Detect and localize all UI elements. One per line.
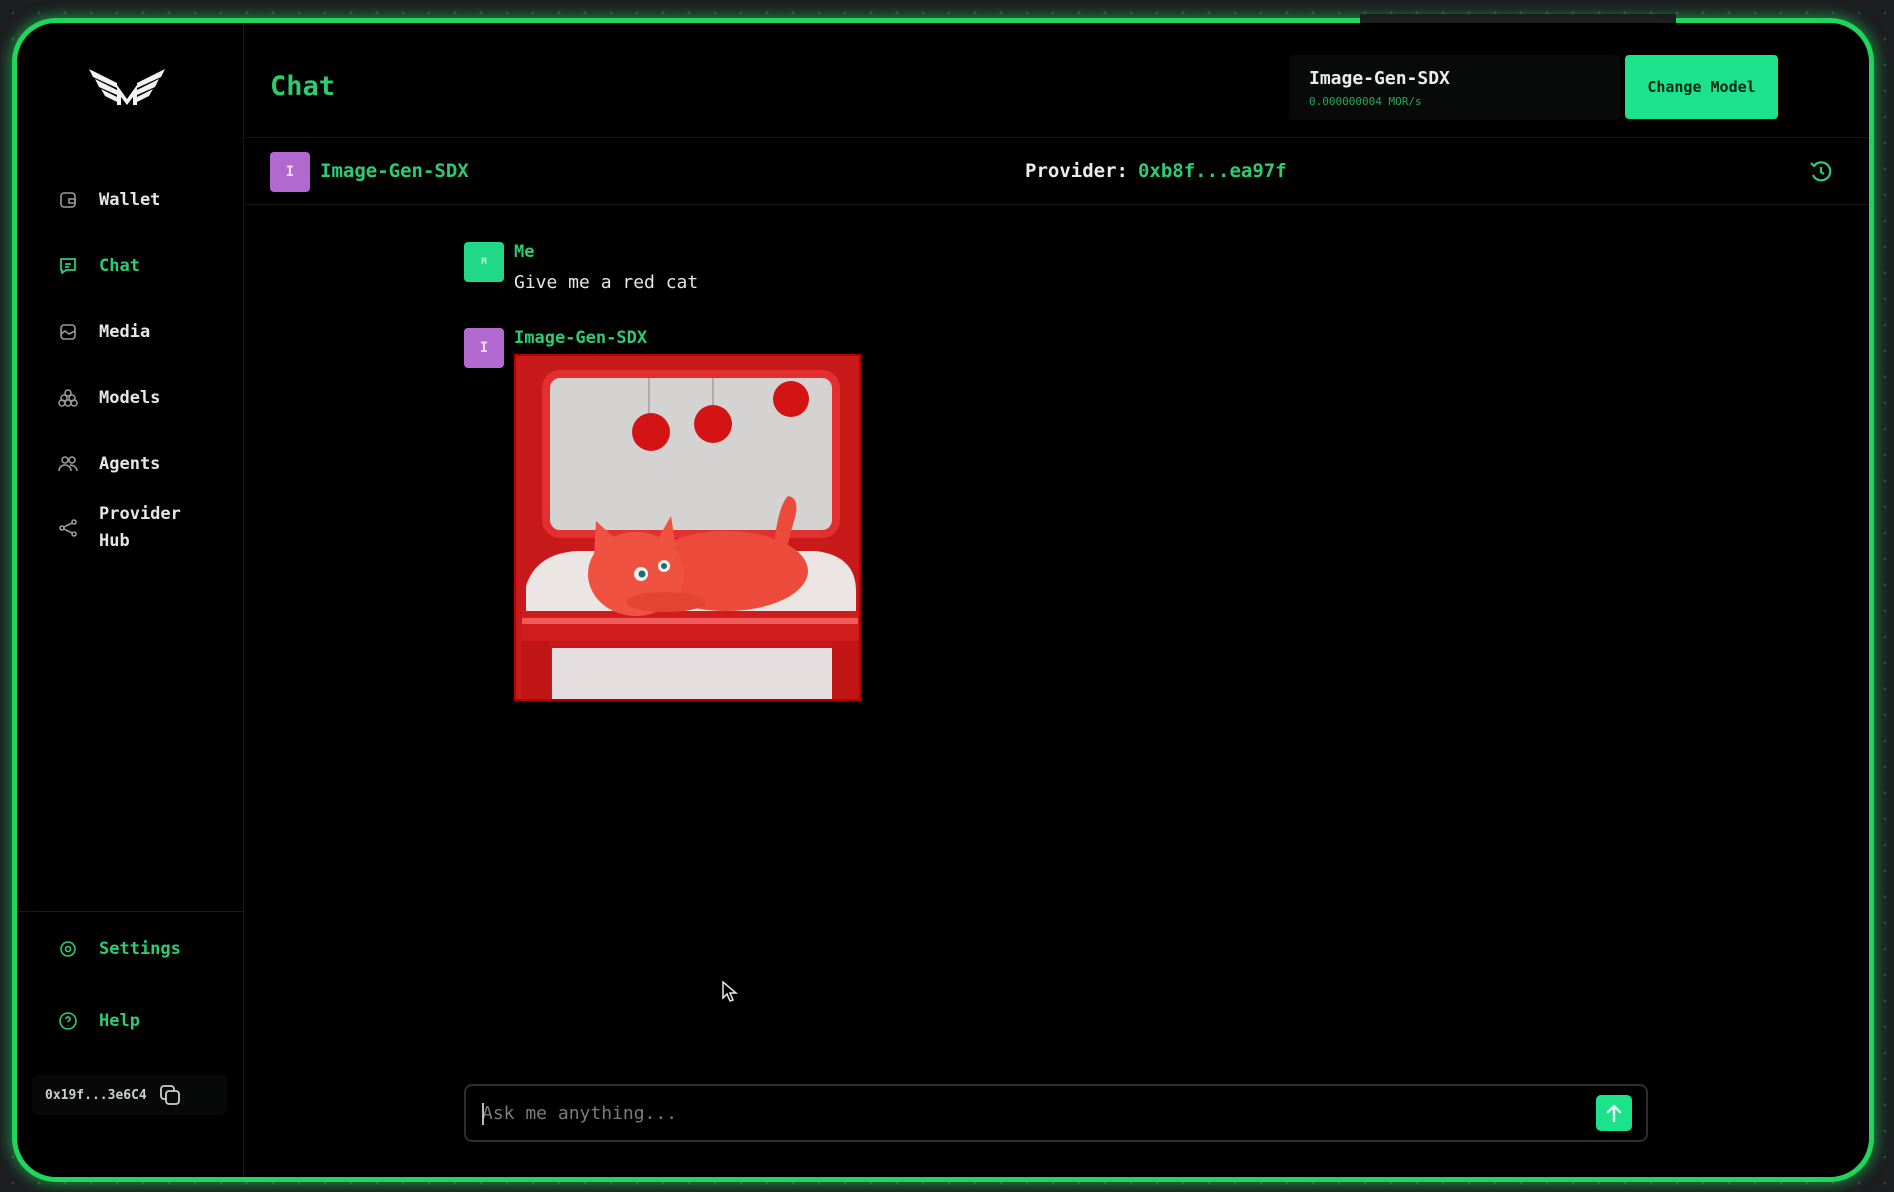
gear-icon bbox=[57, 938, 79, 960]
sidebar-item-agents[interactable]: Agents bbox=[57, 453, 160, 475]
morpheus-logo-icon[interactable] bbox=[87, 63, 167, 108]
sidebar-item-label: Media bbox=[99, 322, 151, 342]
sidebar-item-label: Models bbox=[99, 388, 161, 408]
wallet-address-box: 0x19f...3e6C4 bbox=[32, 1075, 227, 1115]
app-window: Wallet Chat Media Models Agents Provider… bbox=[17, 23, 1869, 1177]
model-avatar: I bbox=[270, 152, 310, 192]
sidebar-item-wallet[interactable]: Wallet bbox=[57, 189, 160, 211]
sidebar-item-models[interactable]: Models bbox=[57, 387, 160, 409]
sidebar-item-label: Provider Hub bbox=[99, 501, 181, 555]
sidebar: Wallet Chat Media Models Agents Provider… bbox=[17, 23, 244, 1177]
sidebar-item-media[interactable]: Media bbox=[57, 321, 150, 343]
current-model-name: Image-Gen-SDX bbox=[1309, 68, 1450, 89]
generated-image[interactable] bbox=[514, 354, 861, 701]
wallet-address: 0x19f...3e6C4 bbox=[45, 1087, 147, 1103]
sidebar-item-label-line2: Hub bbox=[99, 531, 130, 551]
sidebar-item-chat[interactable]: Chat bbox=[57, 255, 140, 277]
sidebar-item-label: Chat bbox=[99, 256, 140, 276]
sidebar-item-settings[interactable]: Settings bbox=[57, 938, 181, 960]
models-icon bbox=[57, 387, 79, 409]
provider-info: Provider: 0xb8f...ea97f bbox=[1025, 160, 1287, 182]
current-model-card: Image-Gen-SDX 0.000000004 MOR/s bbox=[1289, 55, 1620, 120]
change-model-button[interactable]: Change Model bbox=[1625, 55, 1778, 119]
chat-icon bbox=[57, 255, 79, 277]
sidebar-item-label: Settings bbox=[99, 939, 181, 959]
arrow-up-icon bbox=[1606, 1104, 1622, 1123]
chat-input-container bbox=[464, 1084, 1648, 1142]
agents-icon bbox=[57, 453, 79, 475]
message-text: Give me a red cat bbox=[514, 272, 699, 293]
sidebar-item-label: Agents bbox=[99, 454, 161, 474]
mouse-cursor-icon bbox=[722, 981, 738, 1002]
sidebar-item-label: Help bbox=[99, 1011, 140, 1031]
text-caret bbox=[482, 1103, 484, 1125]
model-bar: I Image-Gen-SDX Provider: 0xb8f...ea97f bbox=[245, 139, 1869, 205]
sidebar-item-label: Wallet bbox=[99, 190, 161, 210]
chat-input[interactable] bbox=[482, 1086, 1562, 1140]
current-model-rate: 0.000000004 MOR/s bbox=[1309, 95, 1422, 108]
header: Chat Image-Gen-SDX 0.000000004 MOR/s Cha… bbox=[245, 23, 1869, 138]
history-icon[interactable] bbox=[1808, 159, 1834, 185]
provider-label: Provider: bbox=[1025, 160, 1128, 182]
sidebar-item-provider-hub[interactable]: Provider Hub bbox=[57, 501, 181, 555]
wallet-icon bbox=[57, 189, 79, 211]
model-avatar: I bbox=[464, 328, 504, 368]
message-author: Me bbox=[514, 242, 535, 262]
model-name: Image-Gen-SDX bbox=[320, 160, 469, 182]
copy-icon[interactable] bbox=[159, 1084, 181, 1106]
media-icon bbox=[57, 321, 79, 343]
sidebar-divider bbox=[17, 911, 244, 912]
provider-address[interactable]: 0xb8f...ea97f bbox=[1138, 160, 1287, 182]
sidebar-item-label-line1: Provider bbox=[99, 504, 181, 524]
help-icon bbox=[57, 1010, 79, 1032]
send-button[interactable] bbox=[1596, 1095, 1632, 1131]
provider-hub-icon bbox=[57, 517, 79, 539]
page-title: Chat bbox=[270, 71, 336, 102]
sidebar-item-help[interactable]: Help bbox=[57, 1010, 140, 1032]
message-author: Image-Gen-SDX bbox=[514, 328, 648, 348]
user-avatar: M bbox=[464, 242, 504, 282]
